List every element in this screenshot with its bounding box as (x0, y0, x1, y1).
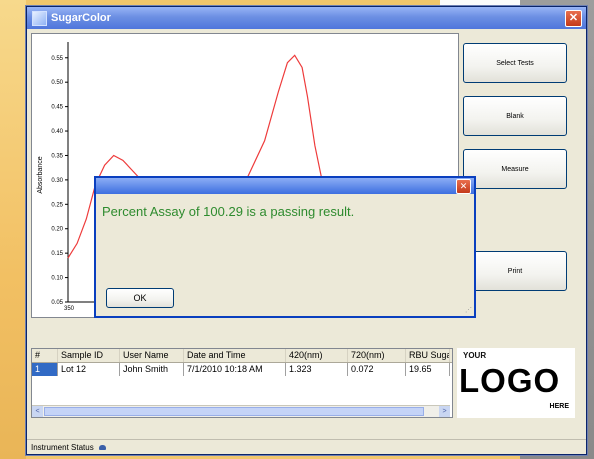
y-tick-label: 0.50 (51, 80, 63, 86)
app-icon (32, 10, 47, 26)
y-tick-label: 0.30 (51, 178, 63, 184)
y-tick-label: 0.10 (51, 276, 63, 282)
dialog-message: Percent Assay of 100.29 is a passing res… (102, 204, 355, 219)
col-header-index[interactable]: # (32, 349, 58, 362)
cell-420nm: 1.323 (286, 363, 348, 376)
logo-here-text: HERE (549, 403, 569, 410)
window-titlebar[interactable]: SugarColor ✕ (27, 7, 586, 29)
y-tick-label: 0.15 (51, 251, 63, 257)
cell-rbu: 19.65 (406, 363, 450, 376)
y-tick-label: 0.55 (51, 56, 63, 62)
y-tick-label: 0.45 (51, 105, 63, 111)
window-title: SugarColor (51, 12, 111, 24)
scroll-left-arrow-icon[interactable]: < (32, 406, 43, 417)
horizontal-scrollbar[interactable]: < > (32, 405, 450, 417)
col-header-sample-id[interactable]: Sample ID (58, 349, 120, 362)
col-header-720nm[interactable]: 720(nm) (348, 349, 406, 362)
ok-button[interactable]: OK (106, 288, 174, 308)
table-row[interactable]: 1 Lot 12 John Smith 7/1/2010 10:18 AM 1.… (32, 363, 452, 376)
table-header: # Sample ID User Name Date and Time 420(… (32, 349, 452, 363)
dialog-close-button[interactable]: ✕ (456, 179, 471, 194)
select-tests-button[interactable]: Select Tests (463, 43, 567, 83)
cell-date-time: 7/1/2010 10:18 AM (184, 363, 286, 376)
status-indicator-icon (98, 445, 106, 450)
y-tick-label: 0.20 (51, 227, 63, 233)
background-left (0, 0, 26, 459)
cell-720nm: 0.072 (348, 363, 406, 376)
dialog-titlebar[interactable]: ✕ (96, 178, 474, 194)
result-dialog: ✕ Percent Assay of 100.29 is a passing r… (94, 176, 476, 318)
col-header-420nm[interactable]: 420(nm) (286, 349, 348, 362)
col-header-rbu[interactable]: RBU Suga (406, 349, 450, 362)
y-axis-label: Absorbance (37, 156, 44, 193)
y-tick-label: 0.25 (51, 202, 63, 208)
col-header-user-name[interactable]: User Name (120, 349, 184, 362)
scroll-right-arrow-icon[interactable]: > (439, 406, 450, 417)
print-button[interactable]: Print (463, 251, 567, 291)
logo-main-text: LOGO (459, 362, 561, 399)
cell-index: 1 (32, 363, 58, 376)
logo-placeholder: YOUR LOGO HERE (457, 348, 575, 418)
instrument-status-label: Instrument Status (31, 443, 94, 452)
y-tick-label: 0.35 (51, 153, 63, 159)
results-table[interactable]: # Sample ID User Name Date and Time 420(… (31, 348, 453, 418)
y-tick-label: 0.05 (51, 300, 63, 306)
blank-button[interactable]: Blank (463, 96, 567, 136)
scroll-thumb[interactable] (44, 407, 424, 416)
y-tick-label: 0.40 (51, 129, 63, 135)
resize-grip-icon[interactable]: ⋰ (465, 306, 472, 314)
cell-sample-id: Lot 12 (58, 363, 120, 376)
x-tick-label: 350 (64, 306, 75, 312)
cell-user-name: John Smith (120, 363, 184, 376)
status-bar: Instrument Status (27, 439, 586, 454)
col-header-date-time[interactable]: Date and Time (184, 349, 286, 362)
window-close-button[interactable]: ✕ (565, 10, 582, 27)
logo-your-text: YOUR (463, 351, 487, 360)
measure-button[interactable]: Measure (463, 149, 567, 189)
